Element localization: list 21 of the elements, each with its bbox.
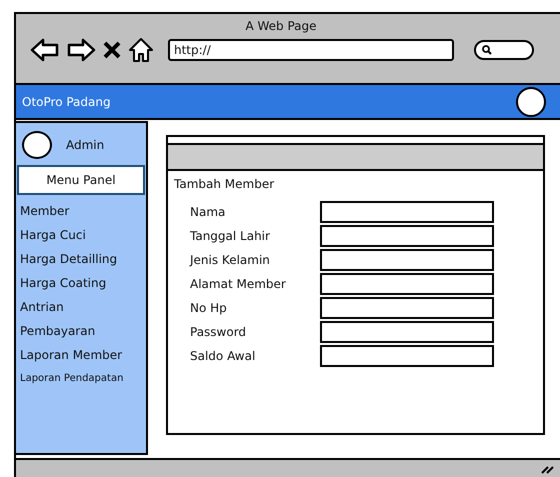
menu-panel-header: Menu Panel (17, 165, 145, 195)
menu-item[interactable]: Antrian (20, 299, 146, 315)
menu-item[interactable]: Member (20, 203, 146, 219)
form-title: Tambah Member (173, 176, 276, 191)
field-label: No Hp (190, 301, 228, 315)
field-label: Jenis Kelamin (190, 253, 271, 267)
field-label: Saldo Awal (190, 349, 256, 363)
field-label: Tanggal Lahir (190, 229, 271, 243)
user-name: Admin (66, 138, 104, 152)
menu-item[interactable]: Harga Cuci (20, 227, 146, 243)
address-field[interactable]: http:// (168, 39, 454, 61)
brand-title: OtoPro Padang (22, 94, 111, 108)
field-label: Alamat Member (190, 277, 287, 291)
window-title: A Web Page (244, 18, 318, 33)
menu-item[interactable]: Harga Detailling (20, 251, 146, 267)
menu-item[interactable]: Harga Coating (20, 275, 146, 291)
field-label: Password (190, 325, 248, 339)
menu-item[interactable]: Laporan Member (20, 347, 146, 363)
menu-item[interactable]: Pembayaran (20, 323, 146, 339)
menu-item[interactable]: Laporan Pendapatan (20, 371, 146, 387)
field-label: Nama (190, 205, 226, 219)
